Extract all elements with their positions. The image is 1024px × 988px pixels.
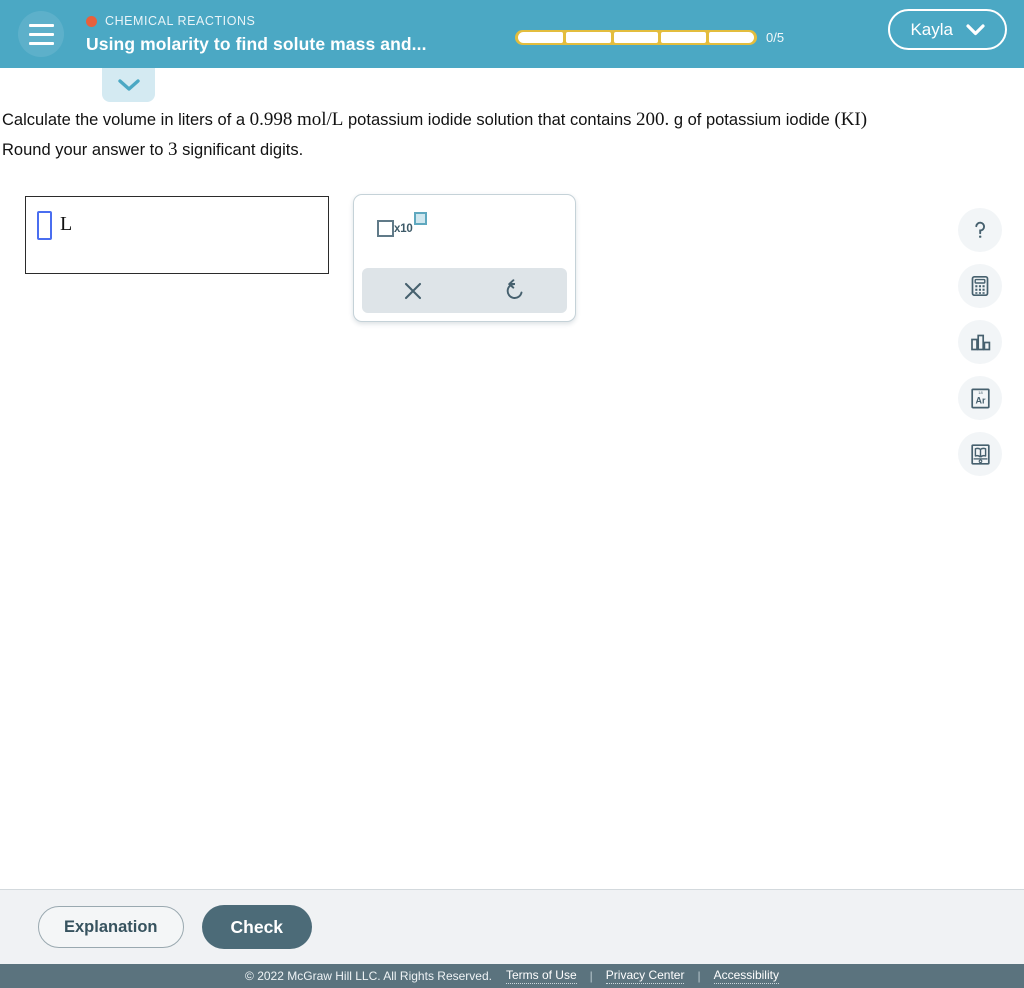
q-text: potassium iodide solution that contains — [343, 111, 637, 129]
answer-input-box[interactable]: L — [25, 196, 329, 274]
q-text: Round your answer to — [2, 141, 169, 159]
calculator-icon — [971, 275, 989, 297]
copyright-bar: © 2022 McGraw Hill LLC. All Rights Reser… — [0, 964, 1024, 988]
progress-bar — [515, 30, 757, 45]
open-book-icon — [970, 443, 990, 465]
answer-unit-label: L — [60, 213, 73, 235]
keypad-undo-button[interactable] — [465, 268, 568, 313]
footer-separator: | — [697, 969, 701, 983]
q-math-sigfigs: 3 — [168, 139, 178, 160]
hamburger-menu-icon[interactable] — [18, 11, 64, 57]
q-math-formula: (KI) — [834, 109, 868, 130]
progress-segment — [565, 32, 611, 43]
svg-text:Ar: Ar — [975, 395, 985, 405]
reference-book-tool-button[interactable] — [958, 432, 1002, 476]
progress-segment — [518, 32, 563, 43]
app-header: CHEMICAL REACTIONS Using molarity to fin… — [0, 0, 1024, 68]
question-line-1: Calculate the volume in liters of a 0.99… — [2, 105, 1022, 135]
q-math-molarity: 0.998 — [249, 109, 293, 130]
hamburger-bar — [28, 23, 54, 27]
q-text: significant digits. — [177, 141, 304, 159]
close-x-icon — [405, 282, 422, 299]
question-line-2: Round your answer to 3 significant digit… — [2, 135, 1022, 165]
keypad-action-row — [362, 268, 567, 313]
action-bar: Explanation Check — [0, 889, 1024, 964]
data-chart-tool-button[interactable] — [958, 320, 1002, 364]
accessibility-link[interactable]: Accessibility — [713, 968, 779, 984]
user-name: Kayla — [910, 19, 953, 39]
q-text: Calculate the volume in liters of a — [2, 111, 250, 129]
hamburger-bar — [28, 32, 54, 36]
explanation-button[interactable]: Explanation — [38, 906, 184, 948]
category-label: CHEMICAL REACTIONS — [105, 14, 256, 28]
progress-segment — [613, 32, 659, 43]
q-math-mass: 200. — [636, 109, 670, 130]
scientific-notation-key[interactable]: x10 — [377, 212, 427, 237]
times-ten-label: x10 — [394, 223, 413, 235]
bar-chart-icon — [970, 334, 990, 350]
hamburger-bar — [28, 41, 54, 45]
progress-area: 0/5 — [515, 30, 784, 45]
question-prompt: Calculate the volume in liters of a 0.99… — [0, 105, 1024, 165]
q-text: g of potassium iodide — [669, 111, 835, 129]
keypad-clear-button[interactable] — [362, 268, 465, 313]
tool-rail: 18 Ar — [958, 208, 1002, 476]
category-status-dot-icon — [86, 15, 97, 27]
periodic-table-icon: 18 Ar — [970, 388, 990, 408]
chevron-down-icon — [966, 23, 985, 35]
exponent-placeholder-box — [413, 212, 427, 225]
calculator-tool-button[interactable] — [958, 264, 1002, 308]
collapse-panel-tab[interactable] — [102, 68, 155, 102]
math-keypad: x10 — [353, 194, 576, 322]
user-menu-button[interactable]: Kayla — [888, 9, 1007, 50]
progress-count: 0/5 — [766, 30, 785, 45]
help-tool-button[interactable] — [958, 208, 1002, 252]
privacy-center-link[interactable]: Privacy Center — [605, 968, 685, 984]
lesson-title-block: CHEMICAL REACTIONS Using molarity to fin… — [86, 13, 427, 55]
keypad-key-row: x10 — [362, 203, 567, 268]
category-row: CHEMICAL REACTIONS — [86, 13, 427, 29]
copyright-text: © 2022 McGraw Hill LLC. All Rights Reser… — [245, 969, 492, 983]
progress-segment — [709, 32, 754, 43]
svg-text:18: 18 — [978, 389, 983, 394]
periodic-table-tool-button[interactable]: 18 Ar — [958, 376, 1002, 420]
terms-of-use-link[interactable]: Terms of Use — [505, 968, 577, 984]
undo-arrow-icon — [507, 279, 523, 299]
page-title: Using molarity to find solute mass and..… — [86, 34, 427, 54]
chevron-down-icon — [117, 79, 140, 91]
mantissa-placeholder-box — [377, 220, 394, 237]
footer-separator: | — [589, 969, 593, 983]
progress-segment — [661, 32, 707, 43]
check-button[interactable]: Check — [201, 905, 313, 949]
q-math-units: mol/L — [296, 109, 344, 130]
question-mark-icon — [975, 221, 986, 238]
answer-value-field[interactable] — [37, 211, 52, 240]
